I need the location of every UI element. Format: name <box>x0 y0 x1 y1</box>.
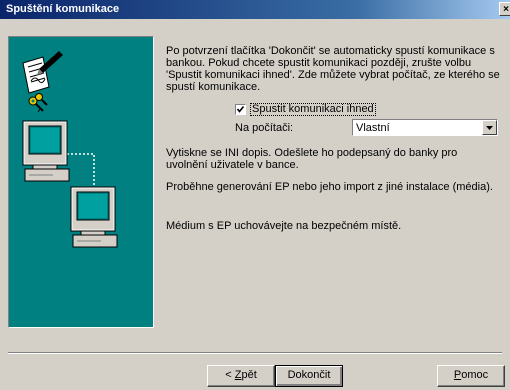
finish-button[interactable]: Dokončit <box>275 365 343 387</box>
chevron-down-icon <box>486 126 493 130</box>
wizard-illustration <box>8 36 154 328</box>
close-button[interactable]: × <box>499 2 510 16</box>
start-now-label[interactable]: Spustit komunikaci ihned <box>250 103 376 116</box>
intro-text: Po potvrzení tlačítka 'Dokončit' se auto… <box>166 45 500 93</box>
close-icon: × <box>503 4 509 15</box>
back-button-rest: pět <box>241 369 257 381</box>
finish-button-label: Dokončit <box>287 369 331 381</box>
media-storage-info: Médium s EP uchovávejte na bezpečném mís… <box>166 220 402 232</box>
help-button-rest: omoc <box>461 369 489 381</box>
back-button[interactable]: < Zpět <box>207 365 275 387</box>
start-now-checkbox-row[interactable]: Spustit komunikaci ihned <box>235 103 376 116</box>
help-button[interactable]: Pomoc <box>437 365 505 387</box>
ep-generation-info: Proběhne generování EP nebo jeho import … <box>166 181 493 193</box>
computer-select-value: Vlastní <box>356 122 390 134</box>
network-connection-icon <box>67 153 95 185</box>
ini-letter-info: Vytiskne se INI dopis. Odešlete ho podep… <box>166 147 458 171</box>
separator <box>8 352 502 354</box>
pen-document-icon <box>22 51 63 94</box>
start-now-checkbox[interactable] <box>235 104 246 115</box>
computer-label: Na počítači: <box>235 122 294 134</box>
dropdown-button[interactable] <box>482 120 497 135</box>
computer-icon <box>22 120 70 182</box>
intro-text-block: Po potvrzení tlačítka 'Dokončit' se auto… <box>166 45 500 93</box>
window-title: Spuštění komunikace <box>6 3 120 15</box>
checkmark-icon <box>236 106 245 113</box>
computer-icon <box>70 186 118 248</box>
title-bar: Spuštění komunikace × <box>0 0 510 19</box>
keys-icon <box>28 93 48 113</box>
back-button-prefix: < <box>225 369 235 381</box>
computer-select[interactable]: Vlastní <box>352 119 498 136</box>
